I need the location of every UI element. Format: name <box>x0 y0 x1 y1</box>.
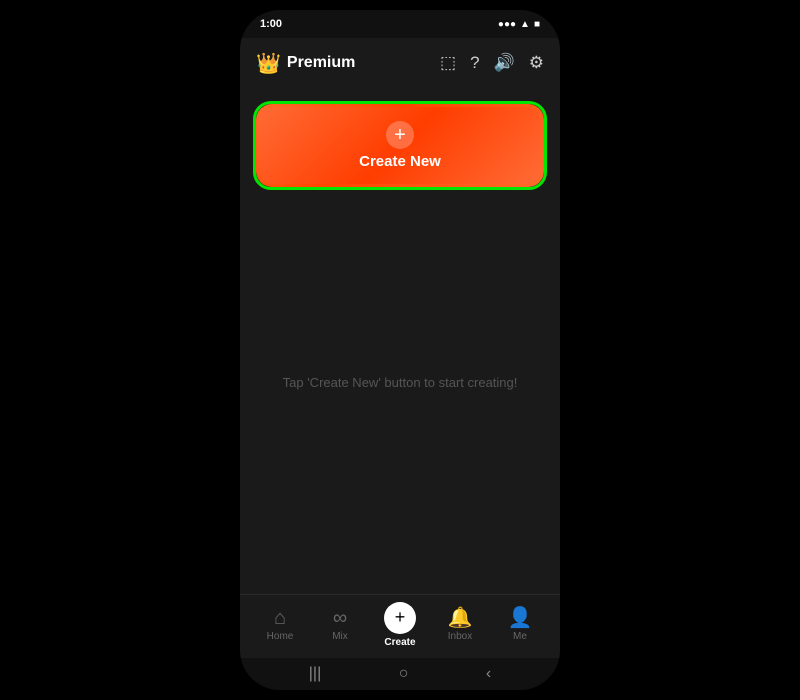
gesture-circle-icon: ○ <box>399 665 409 683</box>
gesture-bars-icon: ||| <box>309 665 321 683</box>
home-icon: ⌂ <box>274 608 286 628</box>
brand: 👑 Premium <box>256 51 355 76</box>
me-label: Me <box>513 631 527 642</box>
nav-item-mix[interactable]: ∞ Mix <box>316 608 364 642</box>
phone-frame: 1:00 ●●● ▲ ■ 👑 Premium ⬚ ? 🔊 ⚙ + <box>240 10 560 690</box>
create-new-button[interactable]: + Create New <box>259 107 541 184</box>
nav-item-me[interactable]: 👤 Me <box>496 608 544 642</box>
gesture-back-icon: ‹ <box>486 665 491 683</box>
plus-symbol: + <box>394 125 406 145</box>
me-icon: 👤 <box>508 608 533 628</box>
crown-icon: 👑 <box>256 51 281 76</box>
status-bar: 1:00 ●●● ▲ ■ <box>240 10 560 38</box>
wifi-icon: ▲ <box>520 19 530 30</box>
brand-label: Premium <box>287 54 355 72</box>
settings-icon[interactable]: ⚙ <box>529 53 544 73</box>
create-button-container: + Create New <box>256 104 544 187</box>
mix-icon: ∞ <box>333 608 347 628</box>
inbox-icon: 🔔 <box>448 608 473 628</box>
monitor-icon[interactable]: ⬚ <box>440 53 456 73</box>
nav-item-create[interactable]: + Create <box>376 602 424 648</box>
home-label: Home <box>267 631 294 642</box>
bottom-nav: ⌂ Home ∞ Mix + Create 🔔 Inbox 👤 Me <box>240 594 560 658</box>
nav-item-inbox[interactable]: 🔔 Inbox <box>436 608 484 642</box>
gesture-bar: ||| ○ ‹ <box>240 658 560 690</box>
inbox-label: Inbox <box>448 631 472 642</box>
main-content: + Create New Tap 'Create New' button to … <box>240 88 560 594</box>
create-nav-icon: + <box>384 602 416 634</box>
empty-state: Tap 'Create New' button to start creatin… <box>283 187 518 578</box>
plus-circle-icon: + <box>386 121 414 149</box>
create-button-label: Create New <box>359 153 441 170</box>
mix-label: Mix <box>332 631 348 642</box>
signal-icon: ●●● <box>498 19 516 30</box>
battery-icon: ■ <box>534 19 540 30</box>
nav-item-home[interactable]: ⌂ Home <box>256 608 304 642</box>
create-label: Create <box>384 637 415 648</box>
top-nav-icons: ⬚ ? 🔊 ⚙ <box>440 53 544 73</box>
status-icons: ●●● ▲ ■ <box>498 19 540 30</box>
help-icon[interactable]: ? <box>470 53 479 73</box>
status-time: 1:00 <box>260 18 282 30</box>
sound-icon[interactable]: 🔊 <box>494 53 515 73</box>
empty-state-text: Tap 'Create New' button to start creatin… <box>283 375 518 390</box>
top-nav: 👑 Premium ⬚ ? 🔊 ⚙ <box>240 38 560 88</box>
